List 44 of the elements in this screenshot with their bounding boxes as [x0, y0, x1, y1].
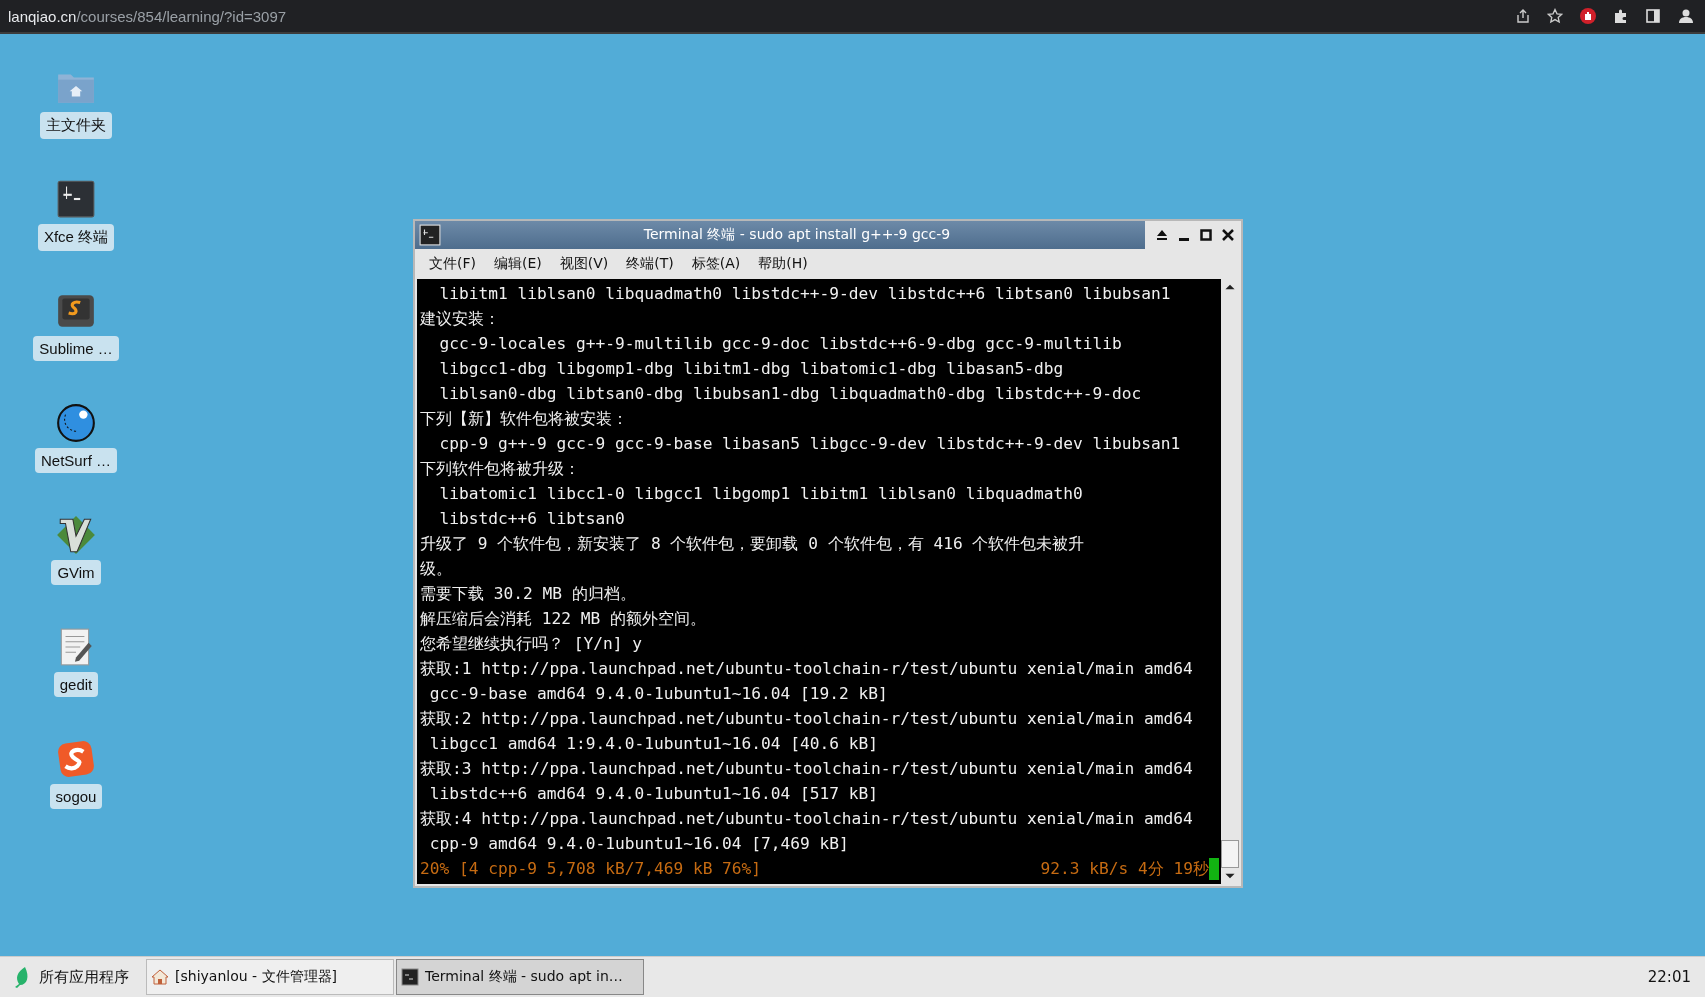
terminal-line: libstdc++6 libtsan0: [438, 508, 626, 530]
desktop-icon-label[interactable]: Sublime …: [33, 336, 119, 361]
desktop-icon-label[interactable]: GVim: [51, 560, 101, 585]
applications-menu-button[interactable]: 所有应用程序: [4, 959, 138, 995]
taskbar-window-button[interactable]: [shiyanlou - 文件管理器]: [146, 959, 394, 995]
desktop-icon-label[interactable]: Xfce 终端: [37, 224, 115, 251]
download-speed-text: 92.3 kB/s 4分 19秒: [1040, 858, 1209, 880]
terminal-line: 获取:1 http://ppa.launchpad.net/ubuntu-toolchain-r/test/ubuntu xenial/main amd64: [420, 658, 1194, 680]
desktop-icon-label[interactable]: NetSurf …: [35, 448, 117, 473]
desktop-icon-label[interactable]: gedit: [53, 672, 99, 697]
address-bar[interactable]: lanqiao.cn/courses/854/learning/?id=3097: [8, 7, 287, 25]
menu-item[interactable]: 文件(F): [429, 255, 476, 273]
terminal-line: cpp-9 g++-9 gcc-9 gcc-9-base libasan5 libgcc-9-dev libstdc++-9-dev libubsan1: [438, 433, 1182, 455]
terminal-line: libgcc1 amd64 1:9.4.0-1ubuntu1~16.04 [40.6 kB]: [428, 733, 880, 755]
terminal-line: libgcc1-dbg libgomp1-dbg libitm1-dbg libatomic1-dbg libasan5-dbg: [438, 358, 1065, 380]
terminal-line: gcc-9-base amd64 9.4.0-1ubuntu1~16.04 [19.2 kB]: [428, 683, 889, 705]
terminal-line: 升级了 9 个软件包，新安装了 8 个软件包，要卸载 0 个软件包，有 416 个软件包未被升: [420, 533, 1086, 555]
terminal-line: 需要下载 30.2 MB 的归档。: [420, 583, 637, 605]
terminal-line: libstdc++6 amd64 9.4.0-1ubuntu1~16.04 [517 kB]: [428, 783, 880, 805]
menu-item[interactable]: 编辑(E): [494, 255, 542, 273]
menu-item[interactable]: 视图(V): [559, 255, 609, 273]
terminal-line: cpp-9 amd64 9.4.0-1ubuntu1~16.04 [7,469 kB]: [428, 833, 850, 855]
terminal-line: 解压缩后会消耗 122 MB 的额外空间。: [420, 608, 707, 630]
terminal-line: 建议安装：: [420, 308, 501, 330]
terminal-line: libitm1 liblsan0 libquadmath0 libstdc++-9-dev libstdc++6 libtsan0 libubsan1: [438, 283, 1172, 305]
terminal-line: 下列【新】软件包将被安装：: [420, 408, 629, 430]
terminal-line: 获取:4 http://ppa.launchpad.net/ubuntu-toolchain-r/test/ubuntu xenial/main amd64: [420, 808, 1194, 830]
menu-item[interactable]: 终端(T): [626, 255, 674, 273]
terminal-line: liblsan0-dbg libtsan0-dbg libubsan1-dbg libquadmath0-dbg libstdc++-9-doc: [438, 383, 1143, 405]
window-title: Terminal 终端 - sudo apt install g++-9 gcc-9: [642, 226, 952, 244]
menu-item[interactable]: 标签(A): [691, 255, 741, 273]
terminal-line: 级。: [420, 558, 453, 580]
clock: 22:01: [1647, 968, 1691, 986]
terminal-line: 获取:3 http://ppa.launchpad.net/ubuntu-toolchain-r/test/ubuntu xenial/main amd64: [420, 758, 1194, 780]
desktop-icon-label[interactable]: sogou: [49, 784, 103, 809]
terminal-line: 获取:2 http://ppa.launchpad.net/ubuntu-toolchain-r/test/ubuntu xenial/main amd64: [420, 708, 1194, 730]
taskbar-window-button[interactable]: Terminal 终端 - sudo apt in…: [396, 959, 644, 995]
progress-text: 20% [4 cpp-9 5,708 kB/7,469 kB 76%]: [420, 858, 762, 880]
terminal-line: gcc-9-locales g++-9-multilib gcc-9-doc libstdc++6-9-dbg gcc-9-multilib: [438, 333, 1123, 355]
terminal-line: libatomic1 libcc1-0 libgcc1 libgomp1 libitm1 liblsan0 libquadmath0: [438, 483, 1084, 505]
desktop-icon-label[interactable]: 主文件夹: [40, 112, 112, 139]
terminal-line: 下列软件包将被升级：: [420, 458, 581, 480]
terminal-line: 您希望继续执行吗？ [Y/n] y: [420, 633, 643, 655]
menu-item[interactable]: 帮助(H): [758, 255, 808, 273]
